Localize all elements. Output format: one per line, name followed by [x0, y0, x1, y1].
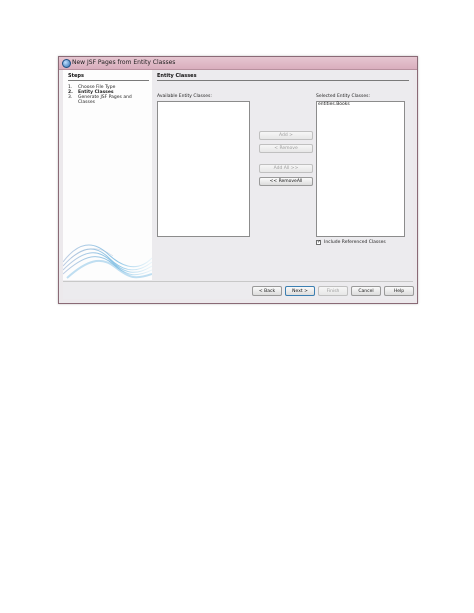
available-classes-label: Available Entity Classes:	[157, 94, 212, 99]
steps-list: 1. Choose File Type 2. Entity Classes 3.…	[68, 85, 150, 105]
panel-title: Entity Classes	[157, 73, 197, 79]
netbeans-app-icon	[62, 59, 71, 68]
step-number: 3.	[68, 95, 73, 100]
remove-all-button[interactable]: << RemoveAll	[259, 177, 313, 186]
available-classes-list[interactable]	[157, 101, 250, 237]
window-title: New JSF Pages from Entity Classes	[72, 59, 176, 66]
back-button[interactable]: < Back	[252, 286, 282, 296]
steps-panel: Steps 1. Choose File Type 2. Entity Clas…	[63, 70, 152, 280]
cancel-button[interactable]: Cancel	[351, 286, 381, 296]
footer-divider	[63, 281, 413, 282]
title-bar[interactable]: New JSF Pages from Entity Classes	[59, 57, 417, 70]
wave-decoration-icon	[63, 244, 152, 279]
finish-button[interactable]: Finish	[318, 286, 348, 296]
list-item[interactable]: entities.Books	[317, 102, 404, 108]
steps-divider	[68, 80, 149, 81]
include-referenced-label: Include Referenced Classes	[324, 240, 386, 245]
dialog-window: New JSF Pages from Entity Classes Steps …	[58, 56, 418, 304]
dialog-content: Steps 1. Choose File Type 2. Entity Clas…	[63, 70, 414, 299]
selected-classes-list[interactable]: entities.Books	[316, 101, 405, 237]
steps-title: Steps	[68, 73, 84, 79]
step-item: 3. Generate JSF Pages and Classes	[68, 95, 150, 105]
next-button[interactable]: Next >	[285, 286, 315, 296]
selected-classes-label: Selected Entity Classes:	[316, 94, 370, 99]
remove-button[interactable]: < Remove	[259, 144, 313, 153]
add-all-button[interactable]: Add All >>	[259, 164, 313, 173]
step-label: Generate JSF Pages and Classes	[78, 95, 132, 105]
add-button[interactable]: Add >	[259, 131, 313, 140]
panel-divider	[157, 80, 409, 81]
include-referenced-checkbox[interactable]: ✓	[316, 240, 321, 245]
help-button[interactable]: Help	[384, 286, 414, 296]
